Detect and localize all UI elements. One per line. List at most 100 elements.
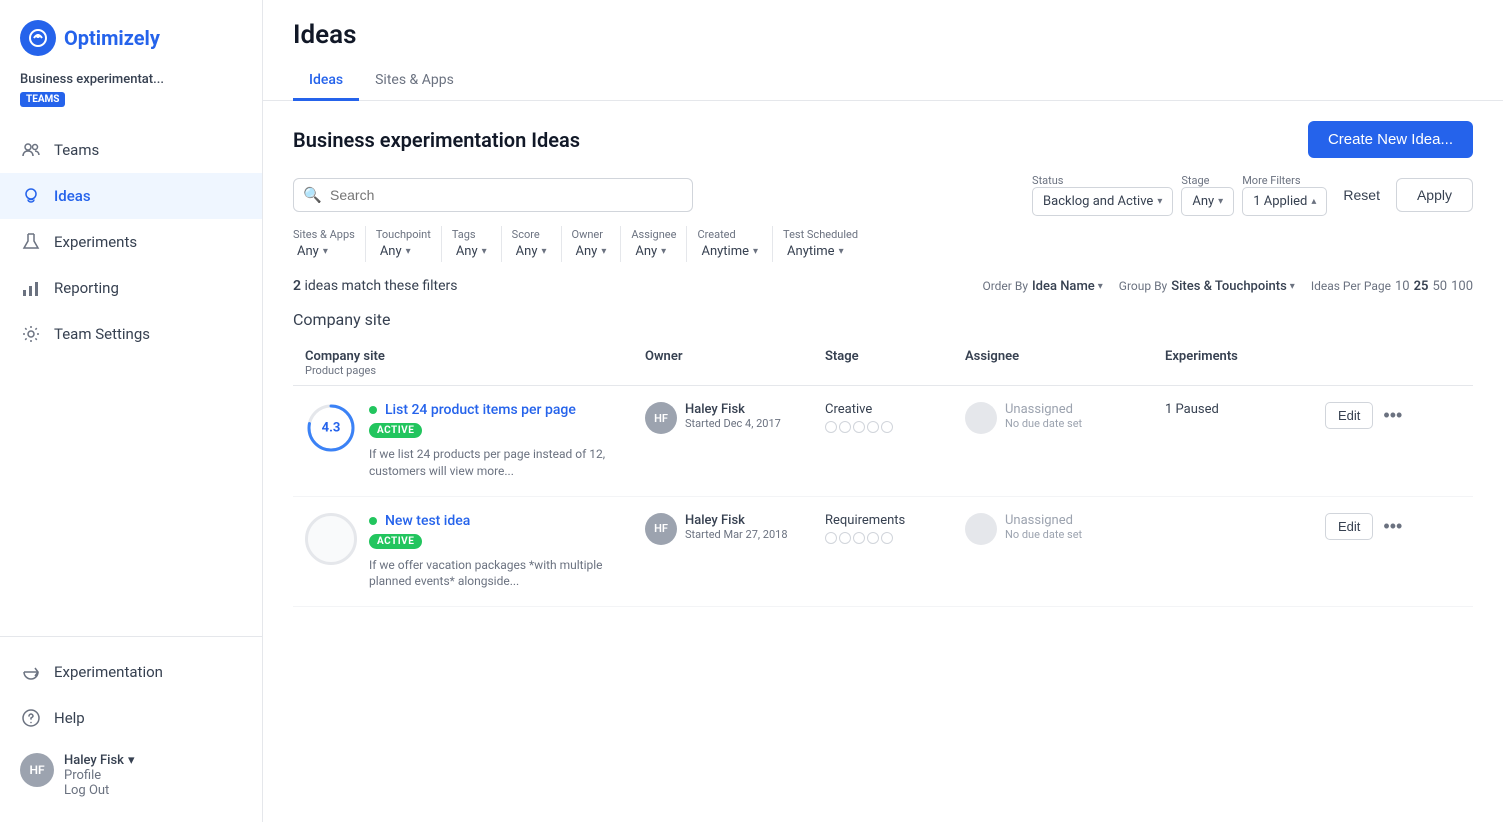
page-title: Ideas	[293, 20, 1473, 50]
help-icon	[20, 707, 42, 729]
owner-filter[interactable]: Owner Any ▾	[572, 228, 611, 261]
actions-cell-1: Edit •••	[1325, 402, 1425, 429]
star-2	[839, 421, 851, 433]
assignee-name-1: Unassigned	[1005, 402, 1082, 417]
sidebar-item-help[interactable]: Help	[0, 695, 262, 741]
idea-desc-1: If we list 24 products per page instead …	[369, 446, 645, 480]
created-filter[interactable]: Created Anytime ▾	[697, 228, 762, 261]
status-filter[interactable]: Status Backlog and Active ▾	[1032, 174, 1173, 216]
apply-button[interactable]: Apply	[1396, 178, 1473, 212]
sidebar-item-label-teams: Teams	[54, 141, 99, 159]
score-value-1: 4.3	[322, 421, 341, 436]
per-page-50[interactable]: 50	[1432, 279, 1447, 294]
owner-cell-2: HF Haley Fisk Started Mar 27, 2018	[645, 513, 825, 545]
owner-name-2: Haley Fisk	[685, 513, 788, 528]
create-idea-button[interactable]: Create New Idea...	[1308, 121, 1473, 158]
col-header-idea: Company site Product pages	[305, 349, 645, 377]
idea-info-2: New test idea ACTIVE If we offer vacatio…	[369, 513, 645, 591]
active-dot-1	[369, 406, 377, 414]
per-page-10[interactable]: 10	[1395, 279, 1410, 294]
owner-info-1: Haley Fisk Started Dec 4, 2017	[685, 402, 781, 430]
per-page-25[interactable]: 25	[1414, 279, 1429, 294]
star-3	[853, 532, 865, 544]
status-badge-1: ACTIVE	[369, 423, 422, 438]
active-dot-2	[369, 517, 377, 525]
assignee-filter[interactable]: Assignee Any ▾	[631, 228, 676, 261]
search-icon: 🔍	[303, 186, 322, 204]
avatar: HF	[20, 753, 54, 787]
chevron-down-icon: ▾	[482, 246, 487, 257]
star-1	[825, 532, 837, 544]
tab-bar: Ideas Sites & Apps	[293, 62, 1473, 100]
idea-name-1[interactable]: List 24 product items per page	[385, 402, 576, 418]
table-row: 4.3 List 24 product items per page ACTIV…	[293, 386, 1473, 497]
sites-apps-filter[interactable]: Sites & Apps Any ▾	[293, 228, 355, 261]
more-filters[interactable]: More Filters 1 Applied ▴	[1242, 174, 1327, 216]
logo-text: Optimizely	[64, 26, 160, 50]
teams-icon	[20, 139, 42, 161]
ideas-icon	[20, 185, 42, 207]
score-filter[interactable]: Score Any ▾	[512, 228, 551, 261]
results-controls: Order By Idea Name ▾ Group By Sites & To…	[982, 279, 1473, 294]
more-menu-button-2[interactable]: •••	[1379, 514, 1406, 539]
reporting-icon	[20, 277, 42, 299]
chevron-down-icon: ▾	[323, 246, 328, 257]
assignee-cell-2: Unassigned No due date set	[965, 513, 1165, 545]
tags-filter[interactable]: Tags Any ▾	[452, 228, 491, 261]
sidebar-item-experiments[interactable]: Experiments	[0, 219, 262, 265]
sidebar-item-ideas[interactable]: Ideas	[0, 173, 262, 219]
idea-info-1: List 24 product items per page ACTIVE If…	[369, 402, 645, 480]
col-header-actions	[1325, 349, 1425, 377]
chevron-down-icon: ▾	[541, 246, 546, 257]
profile-link[interactable]: Profile	[64, 768, 135, 783]
order-by-dropdown[interactable]: Idea Name ▾	[1032, 279, 1103, 294]
tab-sites-apps[interactable]: Sites & Apps	[359, 62, 470, 101]
main-content: Ideas Ideas Sites & Apps Business experi…	[263, 0, 1503, 822]
edit-button-1[interactable]: Edit	[1325, 402, 1373, 429]
sidebar-item-experimentation[interactable]: Experimentation	[0, 649, 262, 695]
score-circle-1: 4.3	[305, 402, 357, 454]
star-1	[825, 421, 837, 433]
col-header-stage: Stage	[825, 349, 965, 377]
star-4	[867, 532, 879, 544]
edit-button-2[interactable]: Edit	[1325, 513, 1373, 540]
chevron-down-icon: ▾	[1157, 196, 1162, 207]
results-count: 2 ideas match these filters	[293, 278, 457, 294]
per-page-100[interactable]: 100	[1451, 279, 1473, 294]
sidebar-item-label-experimentation: Experimentation	[54, 663, 163, 681]
workspace-info: Business experimentat... TEAMS	[0, 72, 262, 119]
sidebar-item-label-ideas: Ideas	[54, 187, 91, 205]
col-header-experiments: Experiments	[1165, 349, 1325, 377]
sidebar-item-team-settings[interactable]: Team Settings	[0, 311, 262, 357]
sidebar-item-label-reporting: Reporting	[54, 279, 119, 297]
sidebar-item-teams[interactable]: Teams	[0, 127, 262, 173]
order-by-control: Order By Idea Name ▾	[982, 279, 1102, 294]
chevron-down-icon: ▾	[661, 246, 666, 257]
assignee-info-1: Unassigned No due date set	[1005, 402, 1082, 430]
test-scheduled-filter[interactable]: Test Scheduled Anytime ▾	[783, 228, 858, 261]
experiments-cell-1: 1 Paused	[1165, 402, 1325, 417]
stage-filter[interactable]: Stage Any ▾	[1181, 174, 1234, 216]
idea-name-2[interactable]: New test idea	[385, 513, 470, 529]
teams-badge: TEAMS	[20, 92, 65, 107]
more-menu-button-1[interactable]: •••	[1379, 403, 1406, 428]
reset-button[interactable]: Reset	[1335, 179, 1388, 211]
idea-score-cell-2: New test idea ACTIVE If we offer vacatio…	[305, 513, 645, 591]
tab-ideas[interactable]: Ideas	[293, 62, 359, 101]
group-by-dropdown[interactable]: Sites & Touchpoints ▾	[1171, 279, 1295, 294]
logout-link[interactable]: Log Out	[64, 783, 135, 798]
chevron-down-icon: ▾	[1218, 196, 1223, 207]
group-section: Company site Company site Product pages …	[293, 310, 1473, 607]
user-section: HF Haley Fisk ▾ Profile Log Out	[0, 741, 262, 810]
stage-cell-2: Requirements	[825, 513, 965, 544]
owner-date-1: Started Dec 4, 2017	[685, 417, 781, 430]
content-area: Business experimentation Ideas Create Ne…	[263, 101, 1503, 822]
assignee-cell-1: Unassigned No due date set	[965, 402, 1165, 434]
chevron-down-icon: ▾	[406, 246, 411, 257]
sidebar-item-reporting[interactable]: Reporting	[0, 265, 262, 311]
search-input[interactable]	[293, 178, 693, 212]
stage-stars-1	[825, 421, 965, 433]
results-header: 2 ideas match these filters Order By Ide…	[293, 278, 1473, 294]
assignee-date-1: No due date set	[1005, 417, 1082, 430]
touchpoint-filter[interactable]: Touchpoint Any ▾	[376, 228, 431, 261]
